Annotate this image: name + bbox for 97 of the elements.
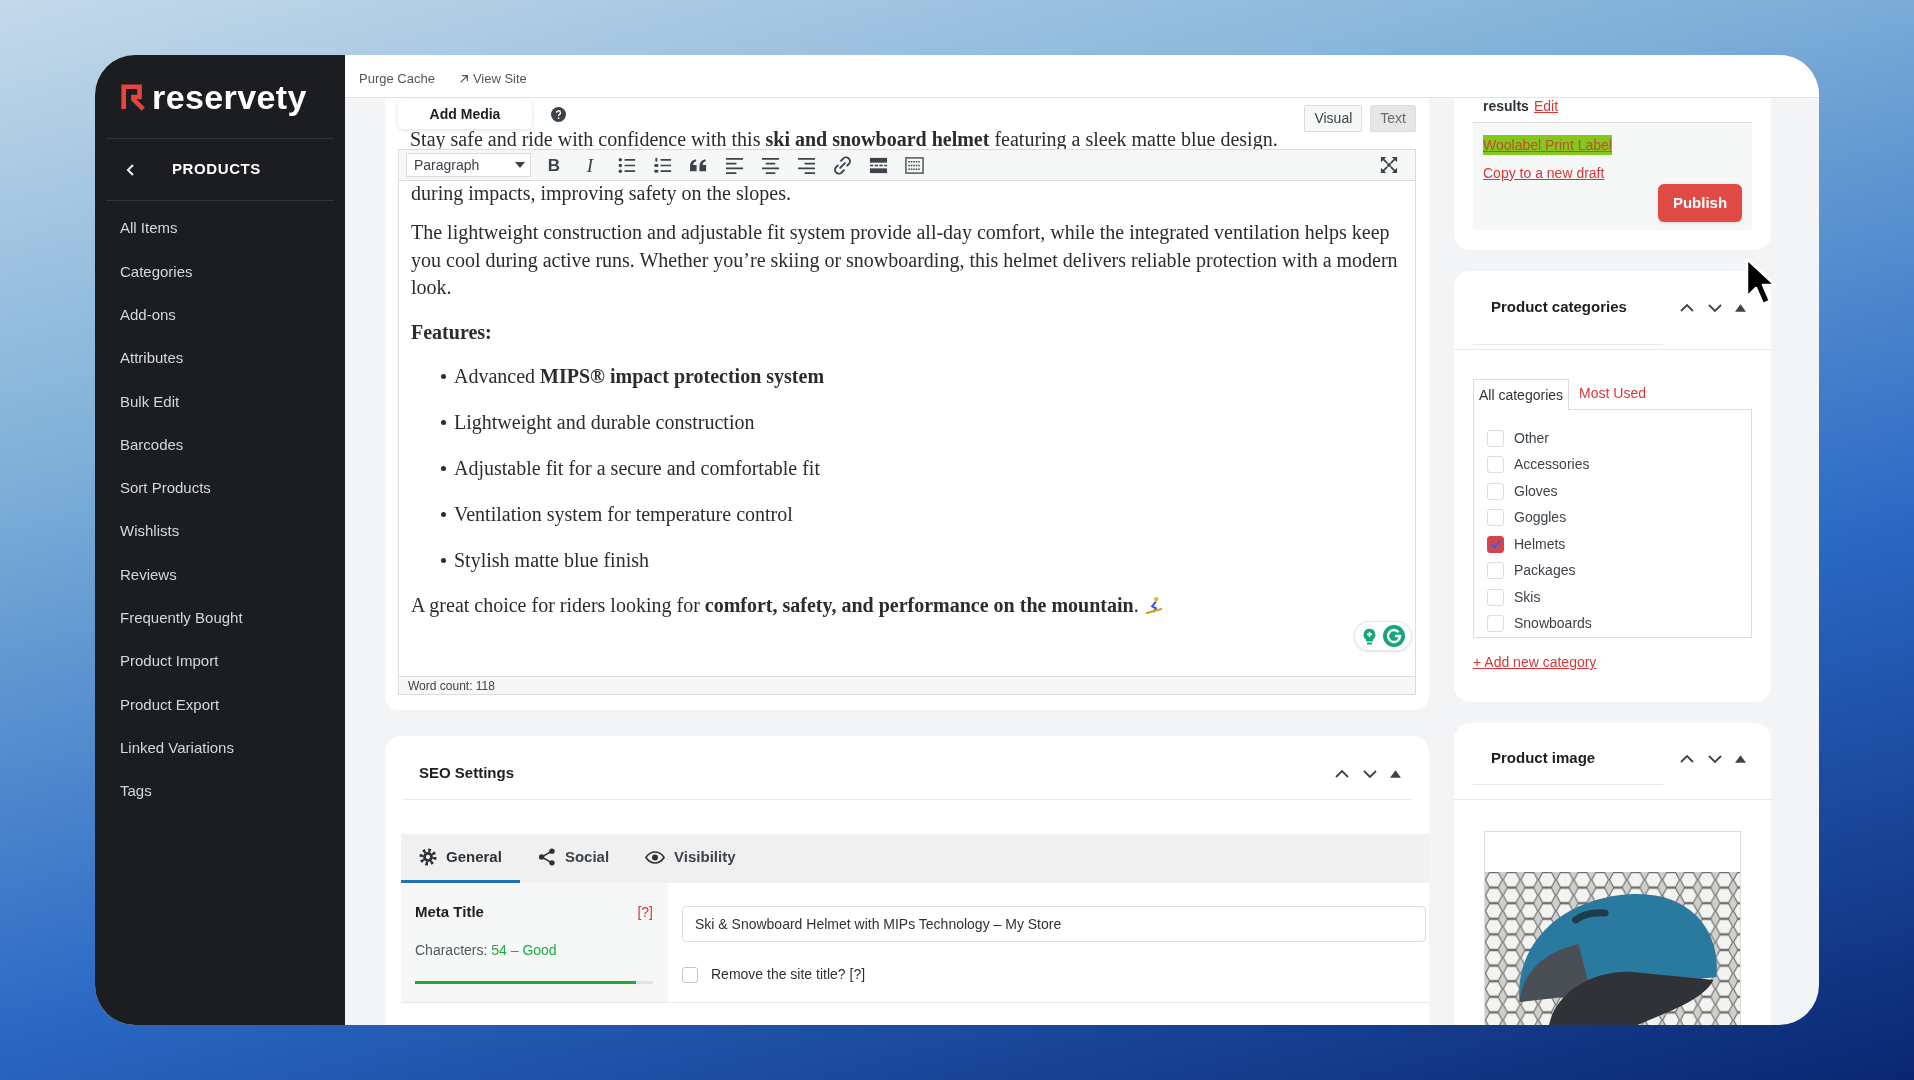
sidebar-item[interactable]: Add-ons: [120, 304, 176, 327]
chevron-up-icon[interactable]: [1334, 768, 1350, 779]
triangle-up-icon[interactable]: [1735, 755, 1746, 763]
chevron-down-icon[interactable]: [1707, 303, 1723, 313]
paragraph-text: A great choice for riders looking for comfort, safety, and performance on the mountain.: [411, 592, 1139, 619]
heading-text: Features:: [411, 319, 493, 345]
numbered-list-icon[interactable]: [652, 155, 672, 175]
bullet-icon: [441, 420, 446, 426]
arrow-up-right-icon: [458, 74, 469, 84]
label-text: results: [1483, 98, 1529, 115]
bullet-icon: [441, 558, 446, 564]
chevron-down-icon[interactable]: [1362, 768, 1378, 779]
sidebar-item[interactable]: Product Export: [120, 693, 220, 717]
checkbox[interactable]: [1487, 535, 1504, 553]
category-tab[interactable]: All categories: [1473, 379, 1570, 410]
logo-mark-icon: [120, 82, 146, 111]
read-more-icon[interactable]: [868, 155, 888, 175]
gear-icon: [419, 848, 437, 866]
check-icon: [1489, 538, 1502, 551]
checkbox-label: Helmets: [1514, 534, 1566, 554]
align-center-icon[interactable]: [760, 155, 780, 175]
checkbox-label: Remove the site title? [?]: [711, 965, 866, 984]
bold-button[interactable]: B: [547, 156, 561, 174]
bullet-icon: [441, 374, 446, 380]
edit-link[interactable]: Edit: [1533, 98, 1559, 115]
checkbox-label: Skis: [1514, 587, 1541, 607]
publish-button[interactable]: Publish: [1658, 184, 1742, 222]
align-right-icon[interactable]: [796, 155, 816, 175]
lightbulb-icon[interactable]: [1361, 626, 1378, 646]
card-title: Product categories: [1491, 297, 1627, 318]
section-title: PRODUCTS: [172, 159, 261, 180]
logo-text: reservety: [152, 79, 307, 114]
checkbox[interactable]: [682, 966, 698, 983]
checkbox-label: Accessories: [1514, 455, 1590, 475]
add-category-link[interactable]: + Add new category: [1473, 652, 1597, 672]
meta-title-input[interactable]: Ski & Snowboard Helmet with MIPs Technology – My Store: [682, 906, 1426, 942]
paragraph-text: during impacts, improving safety on the slopes.: [411, 181, 792, 205]
link-icon[interactable]: [832, 155, 852, 175]
chevron-up-icon[interactable]: [1679, 303, 1695, 313]
align-left-icon[interactable]: [724, 155, 744, 175]
eye-icon: [645, 850, 666, 864]
sidebar-item[interactable]: Barcodes: [120, 433, 184, 457]
help-icon[interactable]: [551, 106, 566, 122]
assistant-logo-icon[interactable]: [1383, 625, 1405, 647]
card-title: Product image: [1491, 748, 1596, 769]
toolbar-toggle-icon[interactable]: [904, 155, 924, 175]
list-item-text: Adjustable fit for a secure and comfortable fit: [454, 456, 820, 482]
character-count-text: Characters: 54 – Good: [415, 941, 558, 960]
triangle-up-icon[interactable]: [1390, 769, 1401, 778]
help-link[interactable]: [?]: [637, 901, 653, 923]
list-item-text: Stylish matte blue finish: [454, 548, 649, 574]
seo-tab[interactable]: Social: [519, 834, 628, 883]
checkbox-label: Snowboards: [1514, 614, 1592, 634]
chevron-down-icon[interactable]: [1707, 754, 1723, 764]
seo-tab[interactable]: Visibility: [627, 834, 754, 883]
checkbox-label: Other: [1514, 428, 1549, 448]
paragraph-text: Stay safe and ride with confidence with this ski and snowboard helmet featuring a sleek matte blue design.: [409, 129, 1278, 149]
chevron-left-icon[interactable]: [126, 162, 136, 177]
field-label: Meta Title: [415, 901, 484, 922]
sidebar-item[interactable]: All Items: [120, 217, 178, 240]
editor-mode-tab[interactable]: Text: [1370, 105, 1416, 132]
sidebar-item[interactable]: Reviews: [120, 563, 177, 587]
list-item-text: Ventilation system for temperature control: [454, 502, 793, 528]
checkbox-label: Gloves: [1514, 481, 1558, 501]
bulleted-list-icon[interactable]: [616, 155, 636, 175]
caret-down-icon: [515, 162, 525, 168]
italic-button[interactable]: I: [586, 155, 594, 175]
share-icon: [537, 848, 556, 866]
checkbox-label: Goggles: [1514, 508, 1567, 528]
sidebar-item[interactable]: Categories: [120, 260, 193, 284]
assistant-widget[interactable]: [1354, 621, 1412, 651]
sidebar-item[interactable]: Wishlists: [120, 520, 180, 543]
card-title: SEO Settings: [419, 763, 515, 784]
format-dropdown[interactable]: Paragraph: [406, 153, 531, 177]
checkbox-label: Packages: [1514, 561, 1576, 581]
triangle-up-icon[interactable]: [1735, 304, 1746, 312]
top-bar-link[interactable]: View Site: [458, 69, 527, 89]
sidebar-item[interactable]: Attributes: [120, 347, 184, 370]
action-link[interactable]: Copy to a new draft: [1483, 163, 1605, 183]
paragraph-text: The lightweight construction and adjustable fit system provide all-day comfort, while the integrated ventilation helps keep you cool during active runs. Whether you’re skiing or snowboarding, this helmet delivers reliable protection with a modern look.: [411, 220, 1399, 300]
sidebar-item[interactable]: Product Import: [120, 650, 219, 673]
sidebar-item[interactable]: Frequently Bought: [120, 607, 243, 630]
sidebar-item[interactable]: Bulk Edit: [120, 390, 180, 414]
category-tab[interactable]: Most Used: [1569, 378, 1656, 409]
fullscreen-icon[interactable]: [1380, 156, 1398, 174]
editor-mode-tab[interactable]: Visual: [1304, 105, 1363, 132]
list-item-text: Advanced MIPS® impact protection system: [454, 364, 825, 390]
bullet-icon: [441, 512, 446, 518]
sidebar-item[interactable]: Sort Products: [120, 477, 211, 500]
add-media-button[interactable]: Add Media: [398, 99, 532, 129]
sidebar-item[interactable]: Tags: [120, 780, 152, 803]
list-item-text: Lightweight and durable construction: [454, 410, 755, 436]
bullet-icon: [441, 466, 446, 472]
chevron-up-icon[interactable]: [1679, 754, 1695, 764]
top-bar-link[interactable]: Purge Cache: [359, 69, 435, 89]
word-count-text: Word count: 118: [408, 679, 495, 692]
sidebar-item[interactable]: Linked Variations: [120, 736, 234, 760]
